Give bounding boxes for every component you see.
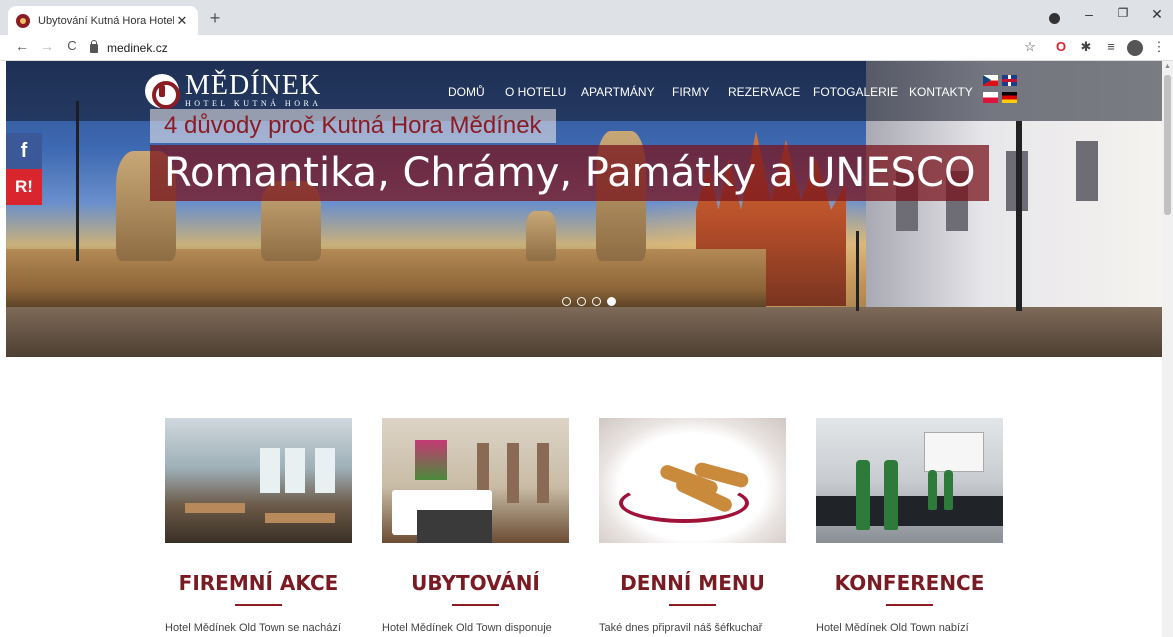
card-ubytovani[interactable]: UBYTOVÁNÍ Hotel Mědínek Old Town disponu… [382, 418, 569, 634]
card-divider [669, 604, 716, 606]
scrollbar-thumb[interactable] [1164, 75, 1171, 215]
scroll-up-icon[interactable]: ▲ [1164, 63, 1171, 70]
nav-item-domu[interactable]: DOMŮ [448, 85, 485, 99]
back-button[interactable]: ← [12, 38, 32, 54]
browser-tab-strip: Ubytování Kutná Hora Hotel Mě... ✕ + – ❐… [0, 0, 1173, 35]
hero-title: Romantika, Chrámy, Památky a UNESCO [150, 145, 990, 201]
lock-icon [90, 39, 98, 53]
maximize-button[interactable]: ❐ [1108, 6, 1138, 20]
card-title[interactable]: DENNÍ MENU [599, 571, 786, 595]
opera-extension-icon[interactable]: O [1052, 39, 1070, 57]
bookmark-star-icon[interactable]: ☆ [1021, 39, 1039, 57]
hotel-room-image[interactable] [382, 418, 569, 543]
browser-toolbar: ← → C medinek.cz ☆ O ✱ ≡ ⋮ [0, 35, 1173, 61]
card-title[interactable]: KONFERENCE [816, 571, 1003, 595]
slider-dot[interactable] [562, 297, 571, 306]
browser-tab[interactable]: Ubytování Kutná Hora Hotel Mě... ✕ [8, 6, 198, 35]
nav-item-apartmany[interactable]: APARTMÁNY [581, 85, 655, 99]
card-divider [886, 604, 933, 606]
browser-menu-icon[interactable]: ⋮ [1150, 39, 1168, 57]
social-red-button[interactable]: R! [6, 169, 42, 205]
slider-dot[interactable] [592, 297, 601, 306]
card-denni-menu[interactable]: DENNÍ MENU Také dnes připravil náš šéfku… [599, 418, 786, 634]
window-close-button[interactable]: ✕ [1142, 6, 1172, 23]
browser-profile-icon[interactable] [1049, 13, 1060, 24]
minimize-button[interactable]: – [1074, 6, 1104, 22]
new-tab-button[interactable]: + [205, 8, 225, 29]
reload-button[interactable]: C [62, 38, 82, 53]
daily-menu-food-image[interactable] [599, 418, 786, 543]
logo-subtitle: HOTEL KUTNÁ HORA [185, 99, 322, 108]
restaurant-image[interactable] [165, 418, 352, 543]
profile-avatar[interactable] [1127, 39, 1145, 57]
page-scrollbar[interactable]: ▲ [1162, 61, 1173, 637]
card-text: Hotel Mědínek Old Town se nachází [165, 622, 341, 634]
facebook-button[interactable]: f [6, 133, 42, 169]
card-title[interactable]: UBYTOVÁNÍ [382, 571, 569, 595]
site-logo[interactable]: MĚDÍNEK HOTEL KUTNÁ HORA [145, 70, 322, 109]
logo-name: MĚDÍNEK [185, 70, 322, 101]
address-bar[interactable]: medinek.cz [90, 37, 1050, 59]
card-text: Hotel Mědínek Old Town nabízí [816, 622, 969, 634]
card-title[interactable]: FIREMNÍ AKCE [165, 571, 352, 595]
card-divider [235, 604, 282, 606]
favicon-icon [16, 13, 30, 28]
tab-close-icon[interactable]: ✕ [174, 13, 190, 29]
nav-item-firmy[interactable]: FIRMY [672, 85, 709, 99]
card-konference[interactable]: KONFERENCE Hotel Mědínek Old Town nabízí [816, 418, 1003, 634]
nav-item-rezervace[interactable]: REZERVACE [728, 85, 800, 99]
hero-subtitle: 4 důvody proč Kutná Hora Mědínek [150, 109, 556, 143]
card-firemni-akce[interactable]: FIREMNÍ AKCE Hotel Mědínek Old Town se n… [165, 418, 352, 634]
tab-title: Ubytování Kutná Hora Hotel Mě... [38, 14, 174, 27]
flag-pl-icon[interactable] [983, 92, 998, 103]
nav-item-fotogalerie[interactable]: FOTOGALERIE [813, 85, 898, 99]
reading-list-icon[interactable]: ≡ [1102, 39, 1120, 57]
url-text: medinek.cz [107, 41, 168, 55]
slider-pagination [562, 297, 616, 306]
conference-room-image[interactable] [816, 418, 1003, 543]
card-text: Také dnes připravil náš šéfkuchař [599, 622, 763, 634]
nav-item-o-hotelu[interactable]: O HOTELU [505, 85, 566, 99]
card-divider [452, 604, 499, 606]
web-page: MĚDÍNEK HOTEL KUTNÁ HORA DOMŮ O HOTELU A… [0, 61, 1162, 637]
slider-dot-active[interactable] [607, 297, 616, 306]
nav-item-kontakty[interactable]: KONTAKTY [909, 85, 973, 99]
extensions-icon[interactable]: ✱ [1077, 39, 1095, 57]
flag-cz-icon[interactable] [983, 75, 998, 86]
flag-de-icon[interactable] [1002, 92, 1017, 103]
flag-en-icon[interactable] [1002, 75, 1017, 86]
card-text: Hotel Mědínek Old Town disponuje [382, 622, 552, 634]
slider-dot[interactable] [577, 297, 586, 306]
logo-emblem-icon [145, 74, 180, 109]
forward-button[interactable]: → [37, 38, 57, 54]
